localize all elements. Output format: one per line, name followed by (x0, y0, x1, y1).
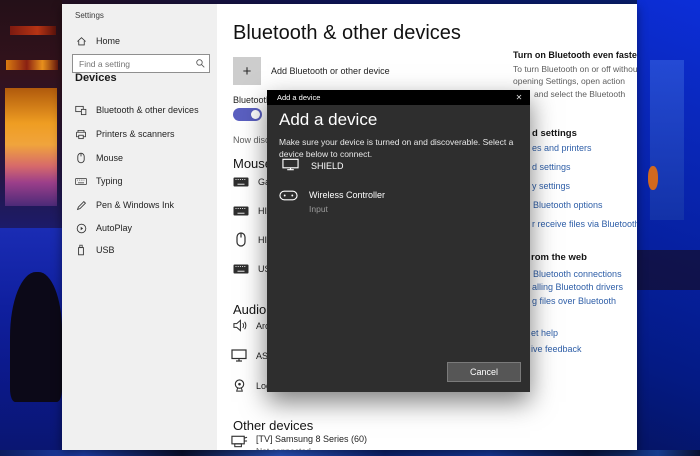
link-give-feedback[interactable]: ive feedback (531, 344, 582, 354)
window-title: Settings (75, 11, 104, 20)
wallpaper-decor (648, 166, 658, 190)
tv-device-item[interactable]: [TV] Samsung 8 Series (60) Not connected (230, 434, 367, 450)
monitor-icon (230, 349, 248, 362)
wallpaper-decor (637, 250, 700, 290)
keyboard-icon (75, 175, 87, 187)
dialog-titlebar: Add a device ✕ (267, 90, 530, 105)
bluetooth-label: Bluetooth (233, 95, 271, 105)
wallpaper-decor (5, 88, 57, 206)
close-icon: ✕ (516, 93, 523, 102)
wallpaper-decor (650, 60, 684, 220)
wallpaper-decor (10, 26, 56, 35)
bluetooth-toggle[interactable] (233, 108, 262, 121)
search-input[interactable] (73, 59, 195, 69)
dialog-device-controller[interactable]: Wireless Controller Input (277, 190, 385, 214)
keyboard-icon (232, 206, 250, 216)
link-send-receive-files[interactable]: r receive files via Bluetooth (532, 219, 637, 229)
link-devices-printers[interactable]: es and printers (532, 143, 592, 153)
sidebar: Settings Home Devices Bluetooth & other … (62, 4, 217, 450)
search-icon (195, 58, 209, 70)
pen-icon (75, 199, 87, 211)
link-display-settings[interactable]: y settings (532, 181, 570, 191)
keyboard-icon (232, 264, 250, 274)
page-title: Bluetooth & other devices (233, 22, 461, 45)
link-sound-settings[interactable]: d settings (532, 162, 571, 172)
add-device-button[interactable]: + Add Bluetooth or other device (233, 57, 390, 85)
link-fixing-connections[interactable]: Bluetooth connections (533, 269, 622, 279)
sidebar-item-label: AutoPlay (96, 223, 132, 233)
sidebar-item-label: Printers & scanners (96, 129, 175, 139)
sidebar-item-bluetooth[interactable]: Bluetooth & other devices (75, 104, 199, 116)
mouse-icon (75, 152, 87, 164)
tip-line: To turn Bluetooth on or off without (513, 64, 637, 74)
tip-line: and select the Bluetooth (534, 89, 625, 99)
dialog-heading: Add a device (279, 110, 377, 130)
webcam-icon (230, 379, 248, 393)
tip-line: opening Settings, open action (513, 76, 625, 86)
tv-icon (230, 434, 248, 448)
section-other-devices: Other devices (233, 418, 313, 433)
link-get-help[interactable]: et help (531, 328, 558, 338)
usb-icon (75, 244, 87, 256)
dialog-description: Make sure your device is turned on and d… (279, 137, 522, 160)
sidebar-item-pen[interactable]: Pen & Windows Ink (75, 199, 174, 211)
monitor-icon (279, 158, 301, 171)
add-device-dialog: Add a device ✕ Add a device Make sure yo… (267, 90, 530, 392)
printer-icon (75, 128, 87, 140)
gamepad-icon (277, 190, 299, 214)
sidebar-item-home[interactable]: Home (75, 35, 120, 47)
help-web-header: rom the web (531, 252, 587, 263)
tv-device-label: [TV] Samsung 8 Series (60) (256, 434, 367, 444)
devices-icon (75, 104, 87, 116)
search-box[interactable] (72, 54, 210, 73)
keyboard-icon (232, 177, 250, 187)
sidebar-item-printers[interactable]: Printers & scanners (75, 128, 175, 140)
dialog-close-button[interactable]: ✕ (508, 90, 530, 105)
sidebar-item-label: Pen & Windows Ink (96, 200, 174, 210)
wallpaper-bottom (0, 450, 700, 456)
dialog-device-subtitle: Input (309, 204, 385, 214)
dialog-device-name: Wireless Controller (309, 190, 385, 200)
home-icon (75, 35, 87, 47)
desktop: Settings Home Devices Bluetooth & other … (0, 0, 700, 456)
tip-title: Turn on Bluetooth even faster (513, 50, 637, 60)
toggle-knob (251, 110, 260, 119)
section-audio: Audio (233, 302, 266, 317)
sidebar-section-devices: Devices (75, 72, 117, 84)
dialog-device-name: SHIELD (311, 161, 344, 171)
cancel-button[interactable]: Cancel (447, 362, 521, 382)
wallpaper-decor (6, 60, 58, 70)
sidebar-item-typing[interactable]: Typing (75, 175, 123, 187)
plus-icon: + (233, 57, 261, 85)
autoplay-icon (75, 222, 87, 234)
speaker-icon (230, 319, 248, 332)
sidebar-item-label: Bluetooth & other devices (96, 105, 199, 115)
wallpaper-decor (10, 272, 62, 402)
sidebar-item-label: USB (96, 245, 115, 255)
sidebar-item-autoplay[interactable]: AutoPlay (75, 222, 132, 234)
tv-device-status: Not connected (256, 446, 367, 450)
sidebar-item-mouse[interactable]: Mouse (75, 152, 123, 164)
add-device-label: Add Bluetooth or other device (271, 66, 390, 76)
link-reinstalling-drivers[interactable]: alling Bluetooth drivers (532, 282, 623, 292)
sidebar-item-label: Typing (96, 176, 123, 186)
link-sharing-files[interactable]: g files over Bluetooth (532, 296, 616, 306)
dialog-device-shield[interactable]: SHIELD (279, 158, 344, 171)
link-bluetooth-options[interactable]: Bluetooth options (533, 200, 603, 210)
sidebar-item-label: Mouse (96, 153, 123, 163)
related-settings-header: d settings (532, 128, 577, 139)
sidebar-item-usb[interactable]: USB (75, 244, 115, 256)
mouse-icon (232, 232, 250, 247)
sidebar-item-label: Home (96, 36, 120, 46)
dialog-title: Add a device (277, 93, 508, 102)
